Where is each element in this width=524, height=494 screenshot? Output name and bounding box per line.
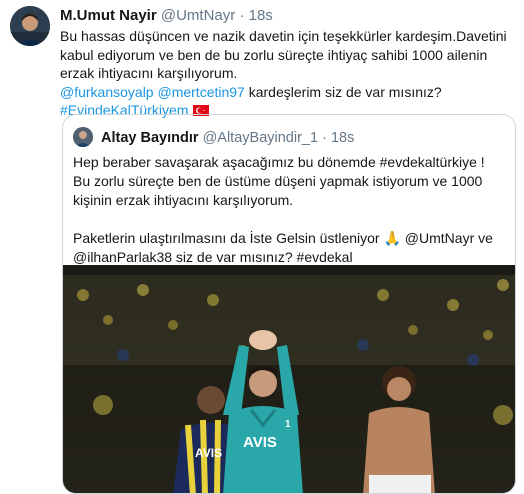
quoted-timestamp: 18s xyxy=(330,130,355,146)
quoted-author-handle: @AltayBayindir_1 xyxy=(202,130,319,146)
author-avatar[interactable] xyxy=(10,6,50,46)
tweet[interactable]: M.Umut Nayir @UmtNayr · 18s Bu hassas dü… xyxy=(60,0,516,494)
goalkeeper-sponsor: AVIS xyxy=(243,434,277,451)
tweet-body: Bu hassas düşüncen ve nazik davetin için… xyxy=(60,28,507,81)
tweet-mention-suffix: kardeşlerim siz de var mısınız? xyxy=(244,83,442,100)
mention-furkansoyalp[interactable]: @furkansoyalp xyxy=(60,84,154,100)
goalkeeper-number: 1 xyxy=(285,419,291,430)
tweet-header: M.Umut Nayir @UmtNayr · 18s xyxy=(60,6,516,26)
back-player-sponsor: AVIS xyxy=(195,446,222,460)
quoted-tweet-text: Hep beraber savaşarak aşacağımız bu döne… xyxy=(73,153,505,267)
header-separator: · xyxy=(239,7,245,24)
tweet-text: Bu hassas düşüncen ve nazik davetin için… xyxy=(60,27,516,120)
quoted-paragraph-2a: Paketlerin ulaştırılmasını da İste Gelsi… xyxy=(73,230,384,246)
stadium-photo: AVIS AVIS 1 xyxy=(63,265,515,493)
quoted-paragraph-1: Hep beraber savaşarak aşacağımız bu döne… xyxy=(73,154,485,208)
quoted-header-separator: · xyxy=(322,130,327,146)
author-name[interactable]: M.Umut Nayir xyxy=(60,7,157,24)
quoted-paragraph-2: Paketlerin ulaştırılmasını da İste Gelsi… xyxy=(73,229,505,267)
author-handle[interactable]: @UmtNayr xyxy=(161,7,235,24)
quoted-author-avatar xyxy=(73,127,93,147)
quoted-tweet-header: Altay Bayındır @AltayBayindir_1 · 18s xyxy=(73,127,354,148)
tweet-timestamp[interactable]: 18s xyxy=(249,7,273,24)
quoted-author-name: Altay Bayındır xyxy=(101,130,199,146)
folded-hands-icon: 🙏 xyxy=(383,230,401,246)
quoted-tweet-photo[interactable]: AVIS AVIS 1 xyxy=(63,265,515,493)
author-avatar-image xyxy=(10,6,50,46)
quoted-tweet[interactable]: Altay Bayındır @AltayBayindir_1 · 18s He… xyxy=(62,114,516,494)
mention-mertcetin97[interactable]: @mertcetin97 xyxy=(157,84,244,100)
